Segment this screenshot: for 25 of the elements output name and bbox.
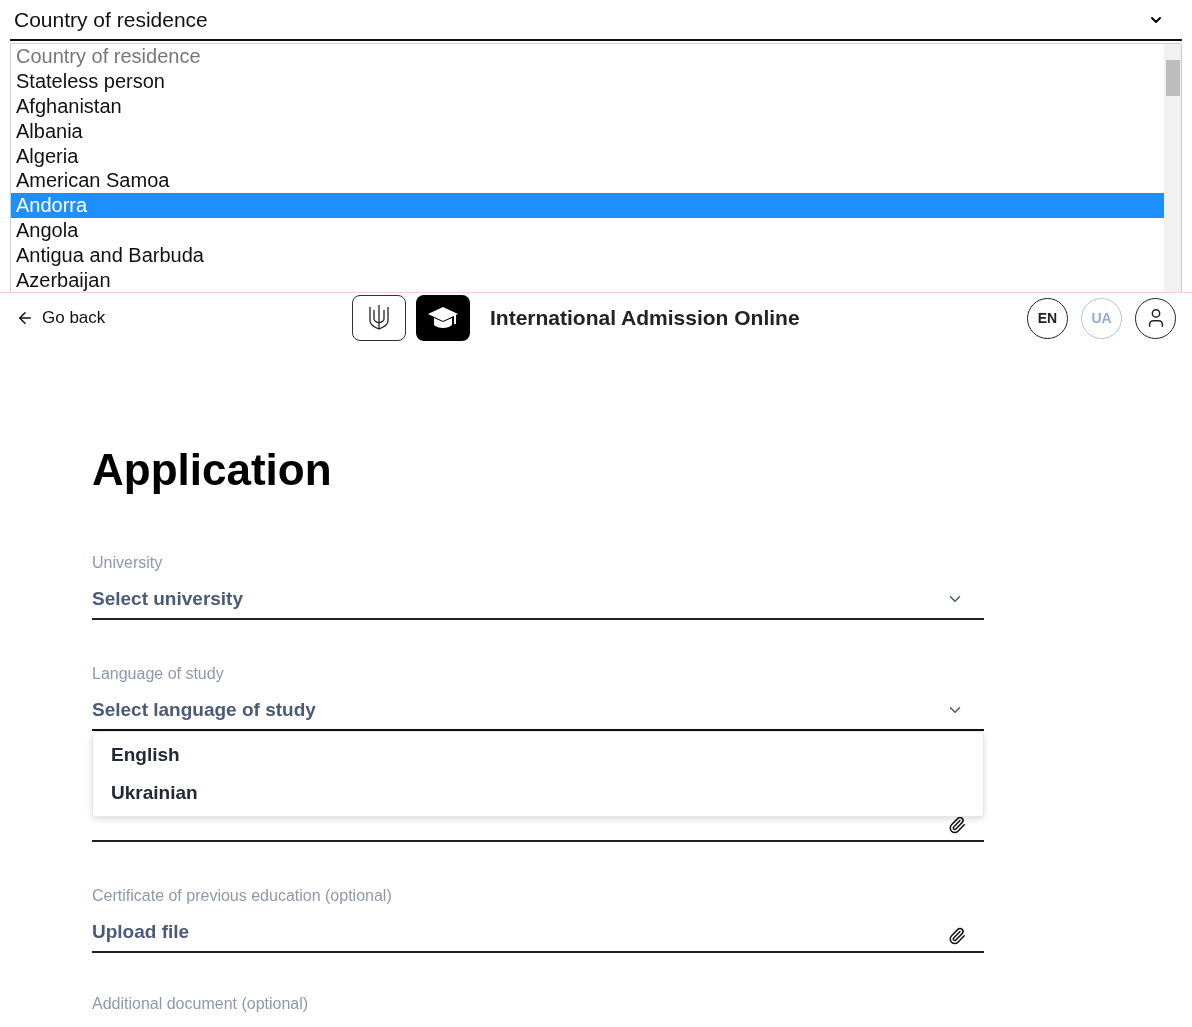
field-label: Additional document (optional) xyxy=(92,995,309,1012)
field-label: Language of study xyxy=(92,664,224,684)
graduation-cap-logo-icon xyxy=(416,295,470,341)
list-option[interactable]: Stateless person xyxy=(11,68,1164,94)
scrollbar[interactable] xyxy=(1164,44,1181,292)
list-option[interactable]: Azerbaijan xyxy=(11,267,1164,292)
list-option[interactable]: Antigua and Barbuda xyxy=(11,242,1164,268)
field-label: University xyxy=(92,553,163,573)
list-option[interactable]: Afghanistan xyxy=(11,93,1164,119)
upload-field[interactable]: Upload file xyxy=(92,913,984,953)
go-back-link[interactable]: Go back xyxy=(16,305,106,331)
list-option[interactable]: Angola xyxy=(11,217,1164,243)
dropdown-option[interactable]: Ukrainian xyxy=(93,774,983,812)
site-title: International Admission Online xyxy=(490,305,800,332)
list-option[interactable]: Algeria xyxy=(11,143,1164,168)
field-label: Certificate of previous education (optional) xyxy=(92,886,392,906)
list-option[interactable]: Albania xyxy=(11,118,1164,144)
select-field[interactable]: Select university xyxy=(92,580,984,620)
trident-logo-icon xyxy=(352,295,406,341)
paperclip-icon xyxy=(948,927,966,945)
paperclip-icon xyxy=(948,816,966,834)
list-option[interactable]: American Samoa xyxy=(11,168,1164,193)
country-select[interactable]: Country of residence xyxy=(10,0,1182,41)
dropdown-option[interactable]: English xyxy=(93,736,983,774)
page-title: Application xyxy=(92,448,333,496)
